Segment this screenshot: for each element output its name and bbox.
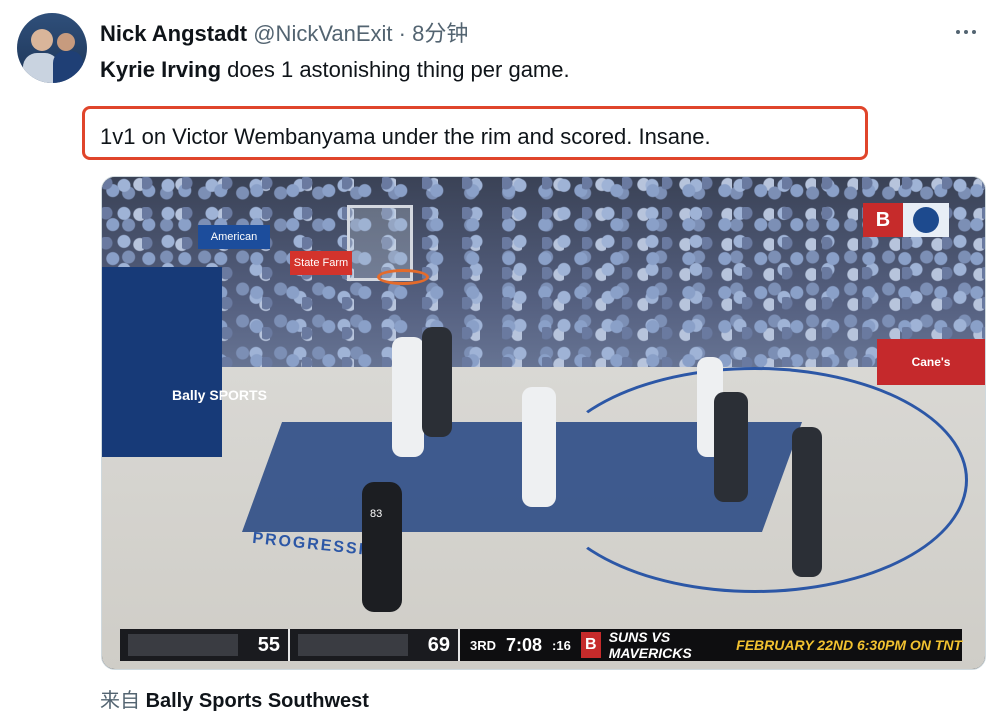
period: 3RD — [470, 637, 497, 653]
tweet-text-line-2: 1v1 on Victor Wembanyama under the rim a… — [100, 124, 711, 149]
mention-kyrie: Kyrie Irving — [100, 57, 222, 82]
game-clock: 7:08 — [506, 634, 543, 655]
three-point-arc — [542, 367, 968, 593]
player-spurs-1 — [522, 387, 556, 507]
basket-stanchion — [102, 267, 222, 457]
tweet-text-line-1: Kyrie Irving does 1 astonishing thing pe… — [100, 57, 570, 83]
ad-canes: Cane's — [877, 339, 985, 385]
promo-date: FEBRUARY 22ND 6:30PM ON TNT — [736, 637, 962, 653]
avatar[interactable] — [17, 13, 87, 83]
promo-ticker: B SUNS VS MAVERICKS FEBRUARY 22ND 6:30PM… — [580, 629, 962, 661]
spurs-score: 55 — [257, 633, 280, 656]
source-name[interactable]: Bally Sports Southwest — [146, 690, 369, 712]
mavericks-logo-icon — [903, 203, 949, 237]
timestamp[interactable]: 8分钟 — [412, 21, 468, 46]
crowd-background — [102, 177, 985, 387]
mavericks-score: 69 — [427, 633, 450, 656]
tweet-text-rest: does 1 astonishing thing per game. — [221, 57, 570, 82]
ad-statefarm: State Farm — [290, 251, 352, 275]
ad-american: American — [198, 225, 270, 249]
broadcast-corner-logo: B — [863, 203, 949, 237]
referee: 83 — [362, 482, 402, 612]
author-name[interactable]: Nick Angstadt — [100, 21, 247, 46]
scoreboard: 55 69 3RD 7:08 :16 B SUNS VS MAVERICKS F… — [120, 629, 962, 661]
author-handle[interactable]: @NickVanExit — [253, 21, 392, 46]
player-wembanyama — [392, 337, 424, 457]
referee-number: 83 — [370, 508, 383, 520]
bally-logo-icon: B — [863, 203, 903, 237]
player-mavs-1 — [714, 392, 748, 502]
media-source: 来自 Bally Sports Southwest — [100, 684, 369, 713]
source-prefix: 来自 — [100, 690, 140, 712]
promo-matchup: SUNS VS MAVERICKS — [608, 629, 692, 661]
team-spurs: 55 — [120, 629, 290, 661]
player-mavs-2 — [792, 427, 822, 577]
more-options-icon[interactable] — [956, 30, 976, 34]
video-media[interactable]: Bally SPORTS American State Farm Cane's … — [101, 176, 986, 670]
tweet-header: Nick Angstadt @NickVanExit · 8分钟 — [100, 16, 468, 48]
team-mavericks: 69 — [290, 629, 460, 661]
separator: · — [398, 21, 406, 46]
player-irving — [422, 327, 452, 437]
rim — [377, 269, 429, 285]
promo-logo-icon: B — [580, 632, 601, 658]
stanchion-ad: Bally SPORTS — [172, 387, 267, 403]
mavericks-logo-icon — [298, 634, 408, 656]
spurs-logo-icon — [128, 634, 238, 656]
shot-clock: :16 — [552, 637, 571, 653]
